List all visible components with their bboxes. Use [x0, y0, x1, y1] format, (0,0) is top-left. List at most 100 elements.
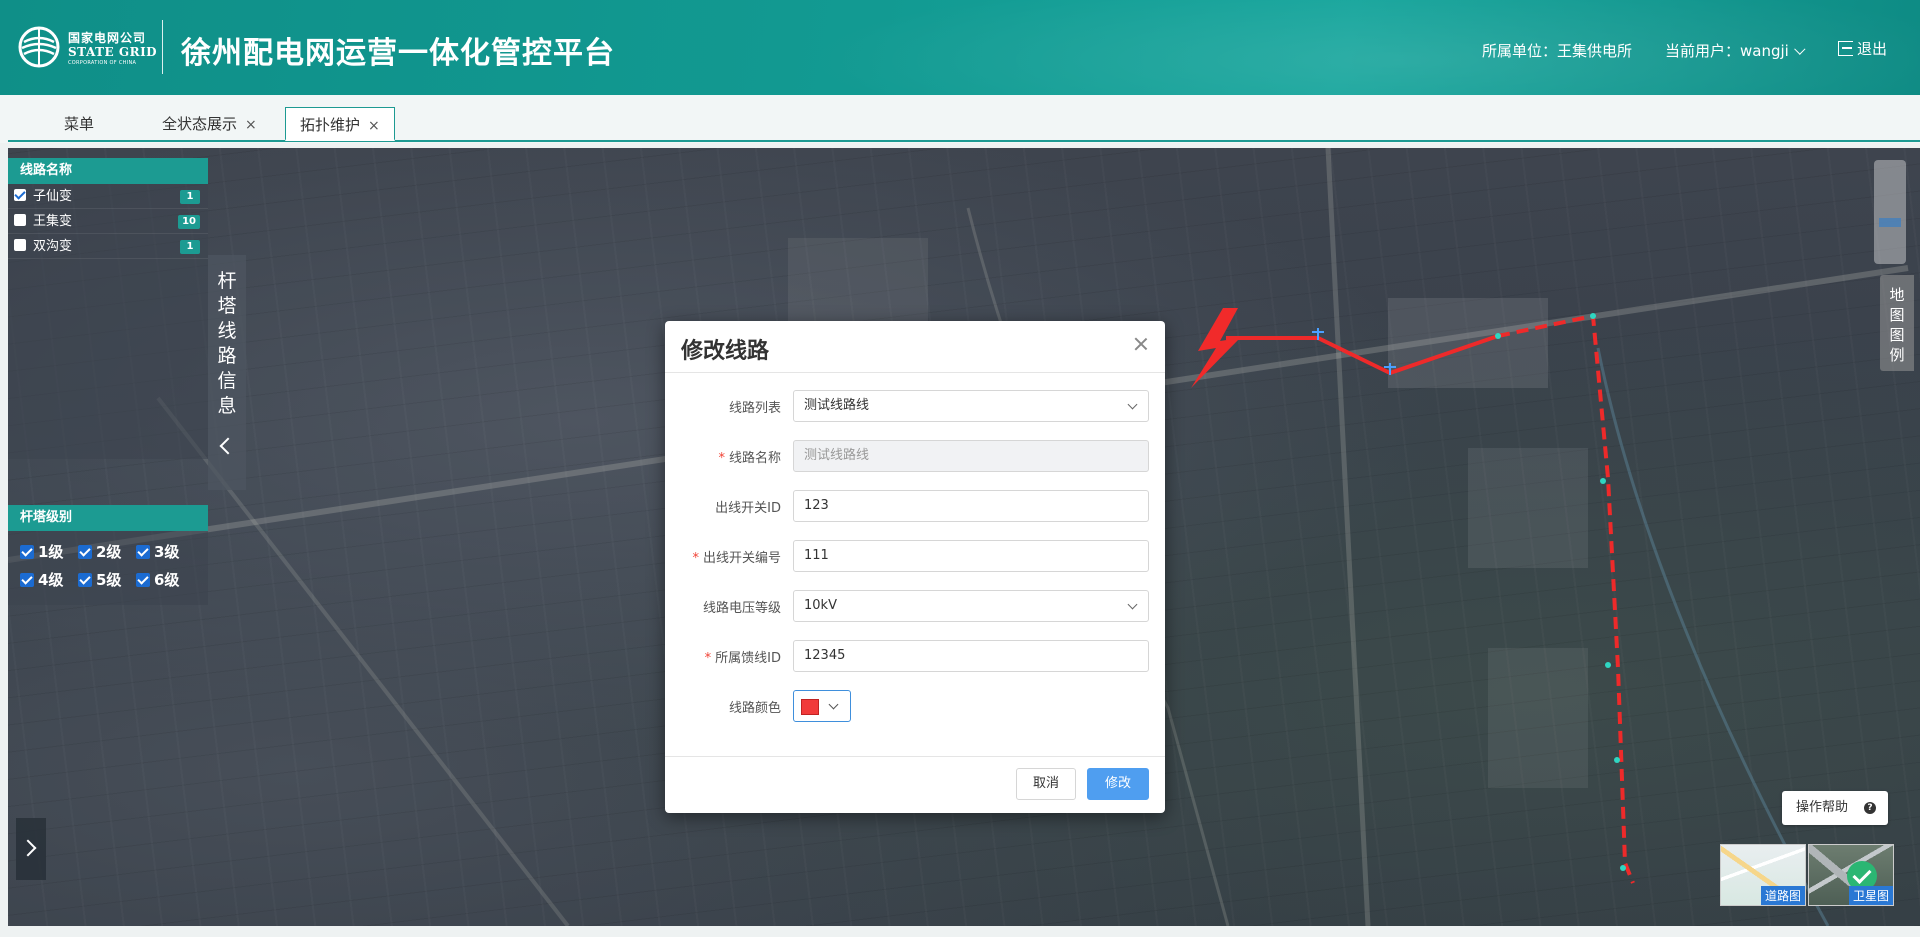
close-icon[interactable]: × [245, 117, 257, 133]
line-item-label: 子仙变 [33, 189, 73, 204]
input-value: 测试线路线 [804, 448, 870, 463]
help-button[interactable]: 操作帮助 ? [1782, 791, 1888, 825]
input-value: 12345 [804, 648, 846, 663]
line-item[interactable]: 王集变 10 [8, 209, 208, 234]
line-item[interactable]: 双沟变 1 [8, 234, 208, 259]
close-icon[interactable] [1133, 336, 1149, 352]
basemap-road-option[interactable]: 道路图 [1720, 844, 1806, 906]
header-divider [162, 20, 163, 74]
dialog-footer-divider [665, 756, 1165, 757]
grade-checkbox[interactable]: 1级 [20, 541, 78, 569]
field-label: 线路列表 [728, 401, 781, 416]
count-badge: 10 [178, 215, 200, 229]
count-badge: 1 [180, 240, 200, 254]
feeder-id-input[interactable]: 12345 [793, 640, 1149, 672]
panel-filler [8, 259, 208, 459]
tab-bar: 菜单 全状态展示 × 拓扑维护 × [0, 95, 1920, 143]
tower-node [1614, 757, 1620, 763]
grade-label: 3级 [154, 543, 180, 561]
checkbox-checked[interactable] [20, 573, 34, 587]
checkbox[interactable] [14, 214, 26, 226]
switch-id-input[interactable]: 123 [793, 490, 1149, 522]
user-name: wangji [1740, 42, 1789, 60]
user-menu[interactable]: 当前用户：wangji [1665, 40, 1806, 61]
grade-label: 4级 [38, 571, 64, 589]
basemap-switcher: 道路图 卫星图 [1720, 844, 1894, 906]
tower-info-label: 杆塔线路信息 [217, 270, 237, 417]
grade-label: 1级 [38, 543, 64, 561]
tab-label: 全状态展示 [162, 115, 238, 133]
logout-button[interactable]: 退出 [1838, 38, 1887, 59]
field-label: 所属馈线ID [715, 651, 781, 666]
tab-menu[interactable]: 菜单 [64, 107, 94, 141]
field-label-required: * 线路名称 [718, 451, 781, 466]
chevron-down-icon [1127, 599, 1138, 610]
field-label-required: * 所属馈线ID [704, 651, 781, 666]
field-label: 出线开关ID [715, 501, 781, 516]
voltage-select[interactable]: 10kV [793, 590, 1149, 622]
zoom-thumb[interactable] [1879, 218, 1901, 227]
user-label: 当前用户： [1665, 42, 1741, 60]
form-row-line-color: 线路颜色 [665, 690, 1165, 722]
line-color-picker[interactable] [793, 690, 851, 722]
line-item-label: 双沟变 [33, 239, 73, 254]
line-name-input: 测试线路线 [793, 440, 1149, 472]
checkbox-checked[interactable] [136, 545, 150, 559]
help-label: 操作帮助 [1796, 800, 1849, 815]
submit-button[interactable]: 修改 [1087, 768, 1149, 800]
checkbox-checked[interactable] [20, 545, 34, 559]
basemap-satellite-option[interactable]: 卫星图 [1808, 844, 1894, 906]
line-item[interactable]: 子仙变 1 [8, 184, 208, 209]
checkbox[interactable] [14, 239, 26, 251]
tower-node [1605, 662, 1611, 668]
close-icon[interactable]: × [368, 118, 380, 134]
form-row-feeder-id: * 所属馈线ID 12345 [665, 640, 1165, 672]
chevron-down-icon [828, 699, 839, 710]
app-title: 徐州配电网运营一体化管控平台 [181, 36, 615, 71]
checkbox-checked[interactable] [78, 573, 92, 587]
logout-label: 退出 [1857, 40, 1888, 58]
grade-checkbox[interactable]: 6级 [136, 569, 194, 597]
chevron-left-icon[interactable] [219, 437, 237, 455]
tower-node [1590, 313, 1596, 319]
logo-company-en: STATE GRID [68, 45, 158, 59]
line-segment-dashed [1497, 313, 1635, 884]
logout-icon [1838, 41, 1853, 56]
panel-title: 线路名称 [8, 158, 208, 184]
tower-node [1620, 865, 1626, 871]
switch-number-input[interactable]: 111 [793, 540, 1149, 572]
tower-node [1600, 478, 1606, 484]
form-row-line-name: * 线路名称 测试线路线 [665, 440, 1165, 472]
checkbox-checked[interactable] [78, 545, 92, 559]
basemap-road-label: 道路图 [1760, 886, 1805, 905]
app-header: 国家电网公司 STATE GRID CORPORATION OF CHINA 徐… [0, 0, 1920, 95]
tab-topology[interactable]: 拓扑维护 × [285, 107, 395, 141]
grade-label: 5级 [96, 571, 122, 589]
tower-grade-panel: 杆塔级别 1级 2级 3级 4级 5级 6级 [8, 505, 208, 605]
grade-checkbox[interactable]: 2级 [78, 541, 136, 569]
form-row-line-list: 线路列表 测试线路线 [665, 390, 1165, 422]
cancel-button[interactable]: 取消 [1016, 768, 1076, 800]
field-label: 线路电压等级 [702, 601, 781, 616]
checkbox-checked[interactable] [136, 573, 150, 587]
grade-checkbox[interactable]: 4级 [20, 569, 78, 597]
input-value: 123 [804, 498, 829, 513]
count-badge: 1 [180, 190, 200, 204]
dialog-title: 修改线路 [681, 339, 770, 364]
grade-checkbox[interactable]: 5级 [78, 569, 136, 597]
line-list-select[interactable]: 测试线路线 [793, 390, 1149, 422]
tab-label: 拓扑维护 [300, 116, 361, 134]
grade-checkbox[interactable]: 3级 [136, 541, 194, 569]
chevron-right-icon [19, 839, 37, 857]
tab-full-status[interactable]: 全状态展示 × [162, 107, 257, 141]
zoom-slider[interactable] [1874, 160, 1906, 264]
checkbox-checked[interactable] [14, 189, 26, 201]
map-legend-tab[interactable]: 地图图例 [1880, 275, 1914, 371]
tower-info-tab[interactable]: 杆塔线路信息 [208, 255, 246, 490]
question-icon: ? [1864, 802, 1876, 814]
grade-label: 2级 [96, 543, 122, 561]
unit-label: 所属单位：王集供电所 [1482, 42, 1633, 60]
expand-panel-button[interactable] [16, 818, 46, 880]
logo-company-cn: 国家电网公司 [68, 31, 147, 45]
dialog-divider [665, 372, 1165, 373]
